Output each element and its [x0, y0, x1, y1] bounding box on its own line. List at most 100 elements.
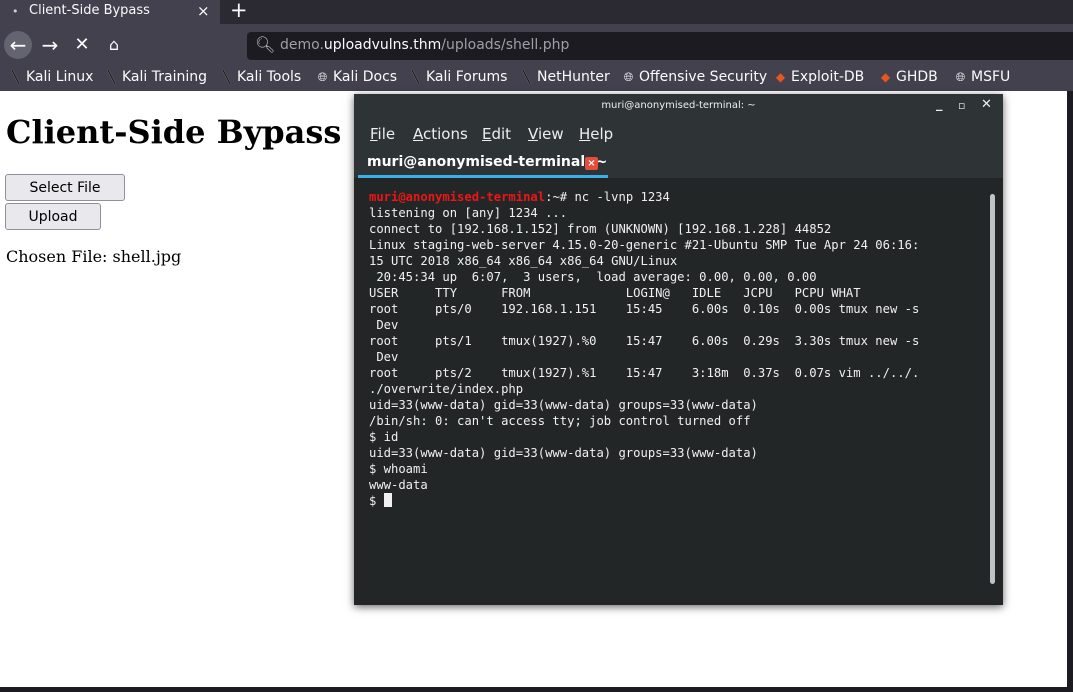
globe-icon: 🌐︎	[955, 70, 966, 84]
chosen-file-text: Chosen File: shell.jpg	[6, 247, 182, 266]
menu-label: elp	[590, 125, 614, 143]
terminal-line: connect to [192.168.1.152] from (UNKNOWN…	[369, 222, 832, 236]
terminal-scrollbar[interactable]	[990, 194, 995, 584]
terminal-line: /bin/sh: 0: can't access tty; job contro…	[369, 414, 751, 428]
close-icon[interactable]: ✕	[981, 97, 992, 112]
terminal-tab-bar: muri@anonymised-terminal: ~ ×	[354, 148, 1003, 178]
terminal-line: Linux staging-web-server 4.15.0-20-gener…	[369, 238, 920, 252]
shell-prompt: $	[369, 494, 384, 508]
bookmark-label: Kali Training	[122, 69, 207, 85]
terminal-window-title: muri@anonymised-terminal: ~	[601, 100, 756, 111]
bookmark-label: Offensive Security	[639, 69, 768, 85]
bookmark-kali-forums[interactable]: ╲ Kali Forums	[408, 69, 508, 85]
terminal-line: uid=33(www-data) gid=33(www-data) groups…	[369, 398, 758, 412]
flame-icon: ◆	[880, 70, 891, 84]
browser-nav-bar: ← → ✕ ⌂ 🔍︎ demo.uploadvulns.thm/uploads/…	[0, 24, 1073, 66]
terminal-output[interactable]: muri@anonymised-terminal:~# nc -lvnp 123…	[369, 189, 984, 594]
terminal-line: Dev	[369, 350, 399, 364]
tab-loading-icon: •	[12, 5, 19, 18]
bookmark-label: MSFU	[971, 69, 1011, 85]
bookmark-label: Kali Tools	[237, 69, 302, 85]
bookmark-exploit-db[interactable]: ◆ Exploit-DB	[773, 69, 864, 85]
terminal-line: 20:45:34 up 6:07, 3 users, load average:…	[369, 270, 817, 284]
kali-dragon-icon: ╲	[222, 70, 231, 84]
menu-help[interactable]: Help	[579, 125, 613, 143]
kali-dragon-icon: ╲	[411, 70, 420, 84]
url-text[interactable]: demo.uploadvulns.thm/uploads/shell.php	[280, 37, 569, 53]
terminal-line: Dev	[369, 318, 399, 332]
menu-mnemonic: H	[579, 125, 591, 143]
forward-arrow-icon[interactable]: →	[36, 31, 64, 59]
upload-button[interactable]: Upload	[5, 203, 101, 230]
stop-icon[interactable]: ✕	[68, 31, 96, 59]
bookmark-nethunter[interactable]: ╲ NetHunter	[519, 69, 610, 85]
kali-dragon-icon: ╲	[11, 70, 20, 84]
terminal-current-prompt: $	[369, 493, 984, 509]
bookmark-kali-tools[interactable]: ╲ Kali Tools	[219, 69, 301, 85]
terminal-line: root pts/2 tmux(1927).%1 15:47 3:18m 0.3…	[369, 366, 920, 380]
bookmark-label: Kali Docs	[333, 69, 398, 85]
terminal-line: USER TTY FROM LOGIN@ IDLE JCPU PCPU WHAT	[369, 286, 861, 300]
terminal-tab-label: muri@anonymised-terminal: ~	[367, 154, 608, 170]
terminal-menu-bar: File Actions Edit View Help	[354, 118, 1003, 148]
minimize-icon[interactable]: _	[936, 97, 943, 112]
menu-view[interactable]: View	[528, 125, 564, 143]
terminal-line: listening on [any] 1234 ...	[369, 206, 568, 220]
terminal-title-bar[interactable]: muri@anonymised-terminal: ~ _ ▫ ✕	[354, 94, 1003, 118]
text-cursor	[383, 493, 392, 507]
window-edge	[1067, 91, 1073, 692]
terminal-line: 15 UTC 2018 x86_64 x86_64 x86_64 GNU/Lin…	[369, 254, 678, 268]
terminal-line: $ id	[369, 430, 399, 444]
bookmark-label: GHDB	[896, 69, 938, 85]
maximize-icon[interactable]: ▫	[958, 99, 965, 112]
globe-icon: 🌐︎	[623, 70, 634, 84]
terminal-output-lines: listening on [any] 1234 ... connect to [1…	[369, 205, 984, 493]
terminal-line: root pts/0 192.168.1.151 15:45 6.00s 0.1…	[369, 302, 920, 316]
menu-mnemonic: F	[370, 125, 378, 143]
menu-mnemonic: V	[528, 125, 538, 143]
terminal-line: uid=33(www-data) gid=33(www-data) groups…	[369, 446, 758, 460]
bookmark-label: Kali Linux	[26, 69, 94, 85]
bookmark-label: NetHunter	[537, 69, 610, 85]
terminal-line: ./overwrite/index.php	[369, 382, 524, 396]
tab-close-icon[interactable]: ×	[585, 157, 598, 170]
new-tab-icon[interactable]: +	[230, 0, 248, 22]
prompt-command: :~# nc -lvnp 1234	[545, 190, 670, 204]
terminal-window[interactable]: muri@anonymised-terminal: ~ _ ▫ ✕ File A…	[354, 94, 1003, 605]
back-arrow-icon[interactable]: ←	[4, 31, 32, 59]
prompt-user: muri@anonymised-terminal	[369, 190, 546, 204]
search-icon: 🔍︎	[255, 35, 276, 54]
bookmark-kali-linux[interactable]: ╲ Kali Linux	[8, 69, 94, 85]
window-bottom-edge	[0, 687, 1073, 692]
menu-mnemonic: A	[413, 125, 423, 143]
menu-label: dit	[491, 125, 512, 143]
menu-edit[interactable]: Edit	[482, 125, 511, 143]
kali-dragon-icon: ╲	[107, 70, 116, 84]
bookmark-kali-docs[interactable]: 🌐︎ Kali Docs	[315, 69, 397, 85]
terminal-line: www-data	[369, 478, 428, 492]
url-host: uploadvulns.thm	[323, 37, 442, 53]
home-icon[interactable]: ⌂	[100, 31, 128, 59]
menu-label: iew	[537, 125, 564, 143]
bookmark-offensive-security[interactable]: 🌐︎ Offensive Security	[621, 69, 768, 85]
globe-icon: 🌐︎	[317, 70, 328, 84]
bookmark-msfu[interactable]: 🌐︎ MSFU	[953, 69, 1011, 85]
url-path: /uploads/shell.php	[441, 37, 570, 53]
url-bar[interactable]: 🔍︎ demo.uploadvulns.thm/uploads/shell.ph…	[247, 32, 1073, 60]
bookmark-label: Exploit-DB	[791, 69, 865, 85]
flame-icon: ◆	[775, 70, 786, 84]
browser-tab[interactable]: • Client-Side Bypass ×	[0, 0, 220, 24]
bookmarks-toolbar: ╲ Kali Linux ╲ Kali Training ╲ Kali Tools 🌐…	[0, 66, 1073, 91]
terminal-tab[interactable]: muri@anonymised-terminal: ~ ×	[358, 148, 608, 178]
bookmark-kali-training[interactable]: ╲ Kali Training	[104, 69, 207, 85]
menu-label: ctions	[423, 125, 468, 143]
tab-close-icon[interactable]: ×	[197, 2, 210, 20]
menu-actions[interactable]: Actions	[413, 125, 468, 143]
menu-label: ile	[377, 125, 396, 143]
select-file-button[interactable]: Select File	[5, 174, 125, 201]
page-title: Client-Side Bypass	[6, 113, 342, 151]
terminal-command-line: muri@anonymised-terminal:~# nc -lvnp 123…	[369, 189, 984, 205]
terminal-line: $ whoami	[369, 462, 428, 476]
bookmark-ghdb[interactable]: ◆ GHDB	[878, 69, 938, 85]
menu-file[interactable]: File	[370, 125, 395, 143]
